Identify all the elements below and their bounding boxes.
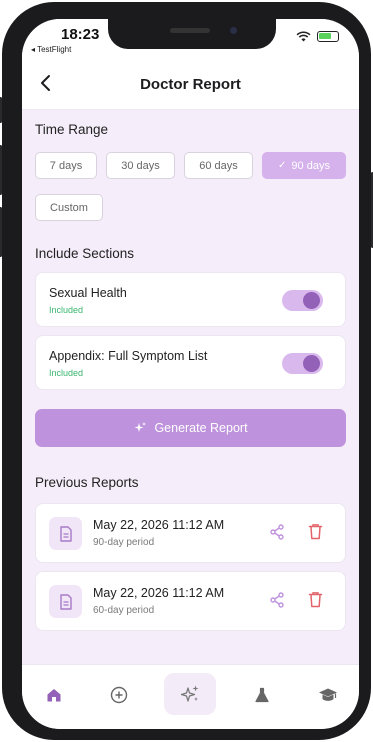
tab-report[interactable]: [164, 673, 216, 715]
report-item[interactable]: May 22, 2026 11:12 AM 60-day period: [35, 571, 346, 631]
toggle-knob: [303, 292, 320, 309]
screen: 18:23 ◂ TestFlight Doctor Report Time Ra…: [22, 19, 359, 729]
sparkles-icon: [134, 422, 147, 432]
battery-icon: [317, 31, 339, 42]
section-card-appendix: Appendix: Full Symptom List Included: [35, 335, 346, 390]
section-label: Sexual Health: [49, 286, 127, 300]
section-status: Included: [49, 368, 84, 378]
tab-bar: [22, 664, 359, 729]
volume-up-button: [0, 145, 2, 195]
section-card-sexual-health: Sexual Health Included: [35, 272, 346, 327]
section-status: Included: [49, 305, 84, 315]
testflight-back-link[interactable]: ◂ TestFlight: [31, 45, 71, 54]
tab-add[interactable]: [99, 675, 139, 715]
sparkles-icon: [180, 685, 199, 702]
range-chip-7-days[interactable]: 7 days: [35, 152, 97, 179]
report-item[interactable]: May 22, 2026 11:12 AM 90-day period: [35, 503, 346, 563]
graduation-cap-icon: [319, 688, 337, 701]
report-title: May 22, 2026 11:12 AM: [93, 586, 225, 600]
time-range-title: Time Range: [35, 122, 109, 137]
report-period: 60-day period: [93, 605, 155, 616]
range-chip-label: 7 days: [49, 159, 83, 172]
volume-down-button: [0, 207, 2, 257]
range-chip-label: Custom: [50, 201, 88, 214]
document-icon: [49, 585, 82, 618]
mute-switch: [0, 97, 2, 123]
range-chip-label: 90 days: [291, 159, 330, 172]
tab-learn[interactable]: [308, 675, 348, 715]
report-period: 90-day period: [93, 537, 155, 548]
include-sections-title: Include Sections: [35, 246, 135, 261]
status-time: 18:23: [61, 26, 100, 43]
range-chip-60-days[interactable]: 60 days: [184, 152, 253, 179]
share-icon[interactable]: [269, 592, 285, 608]
flask-icon: [255, 687, 269, 703]
range-chip-90-days[interactable]: ✓ 90 days: [262, 152, 346, 179]
trash-icon[interactable]: [308, 591, 323, 608]
document-icon: [49, 517, 82, 550]
generate-report-button[interactable]: Generate Report: [35, 409, 346, 447]
previous-reports-title: Previous Reports: [35, 475, 139, 490]
plus-circle-icon: [110, 686, 128, 704]
notch: [108, 19, 276, 49]
range-chip-label: 60 days: [199, 159, 238, 172]
tab-lab[interactable]: [242, 675, 282, 715]
appendix-toggle[interactable]: [282, 353, 323, 374]
toggle-knob: [303, 355, 320, 372]
tab-home[interactable]: [34, 675, 74, 715]
sexual-health-toggle[interactable]: [282, 290, 323, 311]
range-chip-custom[interactable]: Custom: [35, 194, 103, 221]
generate-report-label: Generate Report: [154, 421, 248, 435]
check-icon: ✓: [278, 160, 287, 171]
range-chip-label: 30 days: [121, 159, 160, 172]
trash-icon[interactable]: [308, 523, 323, 540]
section-label: Appendix: Full Symptom List: [49, 349, 208, 363]
phone-frame: 18:23 ◂ TestFlight Doctor Report Time Ra…: [0, 2, 373, 740]
share-icon[interactable]: [269, 524, 285, 540]
page-title: Doctor Report: [140, 76, 241, 93]
report-title: May 22, 2026 11:12 AM: [93, 518, 225, 532]
status-icons: [296, 31, 339, 42]
home-icon: [47, 689, 61, 702]
range-chip-30-days[interactable]: 30 days: [106, 152, 175, 179]
nav-header: Doctor Report: [22, 59, 359, 110]
wifi-icon: [296, 31, 311, 42]
